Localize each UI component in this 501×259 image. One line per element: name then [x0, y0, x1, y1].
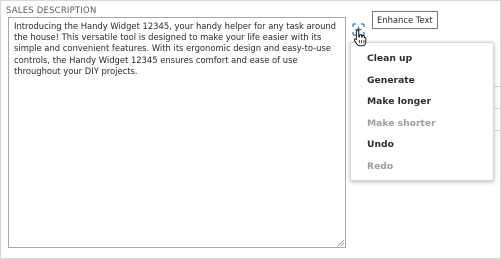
- menu-item-make-shorter[interactable]: Make shorter: [367, 118, 436, 129]
- text-line: Introducing the Handy Widget 12345, your…: [14, 21, 336, 31]
- menu-item-make-longer[interactable]: Make longer: [367, 96, 431, 107]
- menu-item-undo[interactable]: Undo: [367, 139, 394, 150]
- text-line: simple and convenient features. With its…: [14, 43, 331, 54]
- text-line: throughout your DIY projects.: [14, 65, 138, 76]
- sales-description-textarea[interactable]: Introducing the Handy Widget 12345, your…: [8, 17, 346, 248]
- menu-item-clean-up[interactable]: Clean up: [367, 53, 412, 64]
- field-label: SALES DESCRIPTION: [6, 6, 97, 16]
- menu-item-generate[interactable]: Generate: [367, 75, 415, 86]
- enhance-menu: Clean up Generate Make longer Make short…: [350, 42, 494, 181]
- text-line: controls, the Handy Widget 12345 ensures…: [14, 54, 298, 65]
- divider: [494, 86, 500, 87]
- resize-handle-icon[interactable]: [337, 239, 345, 247]
- enhance-tooltip: Enhance Text: [372, 11, 438, 29]
- text-line: the house! This versatile tool is design…: [14, 32, 322, 43]
- divider: [494, 108, 500, 109]
- menu-item-redo[interactable]: Redo: [367, 161, 393, 172]
- divider: [494, 130, 500, 131]
- hand-pointer-icon: [353, 29, 367, 47]
